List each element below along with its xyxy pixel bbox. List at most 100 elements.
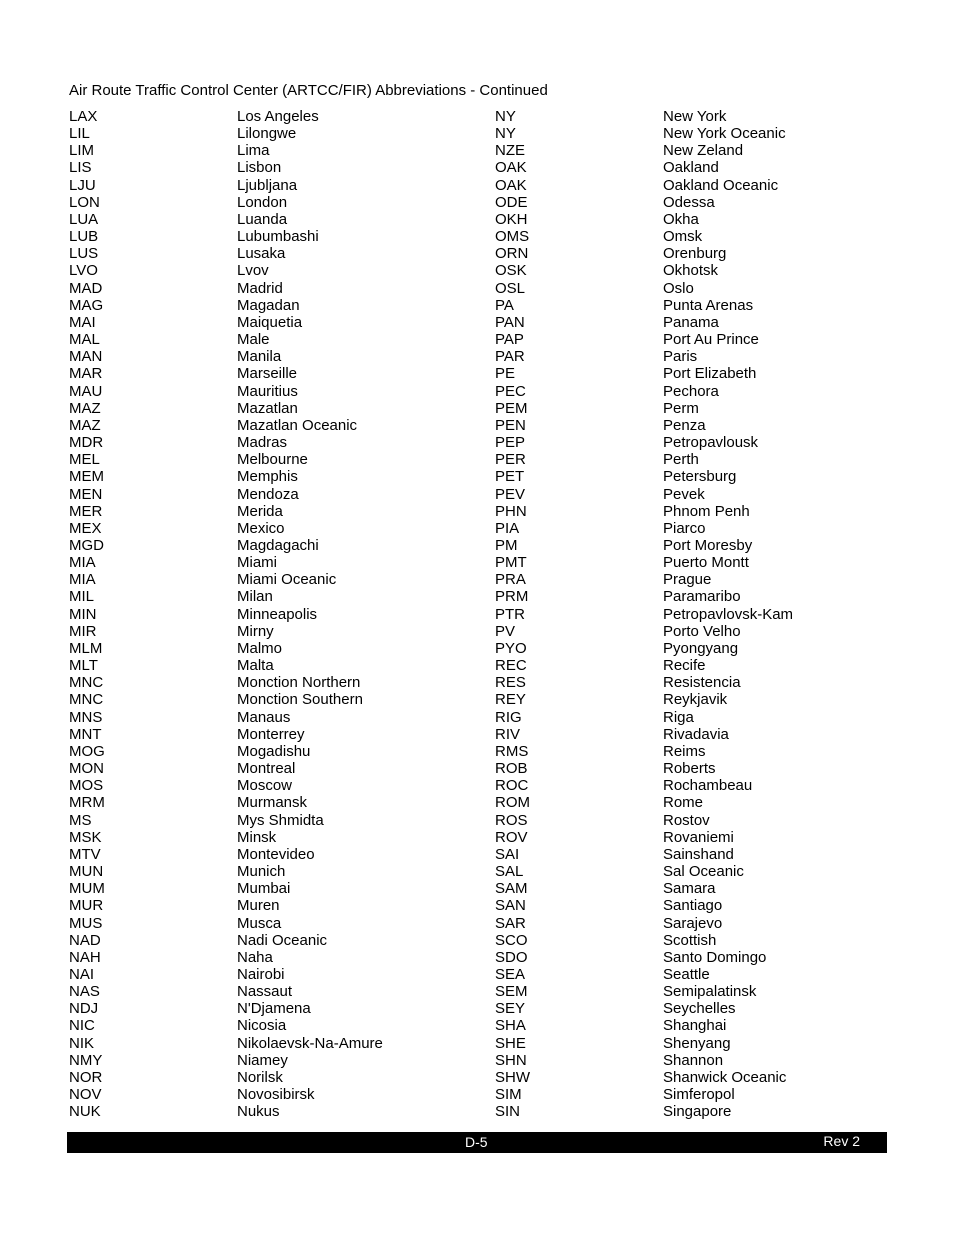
name-right: Shannon (663, 1051, 724, 1069)
table-row: NIC Nicosia SHA Shanghai (0, 1017, 954, 1034)
abbreviation-left: NIC (69, 1017, 95, 1035)
abbreviation-right: NZE (495, 142, 525, 160)
abbreviation-left: MNS (69, 708, 103, 726)
abbreviation-right: ROC (495, 777, 529, 795)
name-right: Rovaniemi (663, 828, 734, 846)
name-right: Reims (663, 742, 706, 760)
table-row: NOR Norilsk SHW Shanwick Oceanic (0, 1069, 954, 1086)
abbreviation-left: NMY (69, 1051, 103, 1069)
abbreviation-left: MEM (69, 468, 104, 486)
abbreviation-left: NAH (69, 948, 101, 966)
abbreviation-right: SAL (495, 863, 524, 881)
abbreviation-right: SIN (495, 1103, 521, 1121)
name-right: Orenburg (663, 245, 727, 263)
name-left: Lima (237, 142, 270, 160)
table-row: MIA Miami PMT Puerto Montt (0, 554, 954, 571)
abbreviation-right: PET (495, 468, 525, 486)
name-right: Penza (663, 416, 706, 434)
name-left: Lvov (237, 262, 269, 280)
name-right: New Zeland (663, 142, 744, 160)
abbreviation-left: NAS (69, 983, 100, 1001)
name-right: Petropavlousk (663, 434, 759, 452)
abbreviation-left: LIL (69, 125, 90, 143)
name-right: Shanghai (663, 1017, 727, 1035)
table-row: MAL Male PAP Port Au Prince (0, 331, 954, 348)
table-row: NDJ N'Djamena SEY Seychelles (0, 1000, 954, 1017)
name-right: Seattle (663, 966, 710, 983)
name-right: Shenyang (663, 1034, 731, 1052)
abbreviation-left: NOR (69, 1068, 103, 1086)
abbreviation-right: RMS (495, 742, 529, 760)
name-left: Naha (237, 948, 273, 966)
abbreviation-right: NY (495, 108, 516, 125)
footer-bar: D-5 Rev 2 (67, 1132, 887, 1153)
name-right: Roberts (663, 760, 716, 778)
abbreviation-left: MIN (69, 605, 97, 623)
name-right: Panama (663, 313, 719, 331)
abbreviation-left: MSK (69, 828, 102, 846)
abbreviation-right: REY (495, 691, 526, 709)
abbreviation-left: LJU (69, 176, 96, 194)
name-right: Scottish (663, 931, 717, 949)
abbreviation-right: PRA (495, 571, 526, 589)
name-left: N'Djamena (237, 1000, 311, 1018)
abbreviation-left: MRM (69, 794, 105, 812)
name-right: Santiago (663, 897, 723, 915)
table-row: MAI Maiquetia PAN Panama (0, 314, 954, 331)
name-right: Oakland Oceanic (663, 176, 779, 194)
abbreviation-right: OAK (495, 176, 527, 194)
name-left: Minsk (237, 828, 277, 846)
name-left: Mauritius (237, 382, 298, 400)
abbreviation-left: MAZ (69, 416, 101, 434)
abbreviation-left: LIS (69, 159, 92, 177)
abbreviation-right: OAK (495, 159, 527, 177)
abbreviation-right: SEM (495, 983, 528, 1001)
name-right: Pechora (663, 382, 719, 400)
name-right: Sal Oceanic (663, 863, 744, 881)
name-right: Rome (663, 794, 704, 812)
name-left: Madras (237, 434, 288, 452)
table-row: MAU Mauritius PEC Pechora (0, 383, 954, 400)
name-left: Milan (237, 588, 273, 606)
table-row: NMY Niamey SHN Shannon (0, 1052, 954, 1069)
name-right: Perth (663, 451, 699, 469)
name-right: Paris (663, 348, 698, 366)
table-row: NAH Naha SDO Santo Domingo (0, 949, 954, 966)
name-right: Petersburg (663, 468, 737, 486)
table-row: MNS Manaus RIG Riga (0, 709, 954, 726)
table-row: NUK Nukus SIN Singapore (0, 1103, 954, 1120)
abbreviation-right: PM (495, 537, 518, 554)
name-left: Lilongwe (237, 125, 297, 143)
abbreviation-left: LUB (69, 228, 99, 246)
name-left: Nassaut (237, 983, 293, 1001)
abbreviation-left: MOG (69, 742, 105, 760)
abbreviation-right: PYO (495, 639, 527, 657)
abbreviation-left: MNC (69, 674, 104, 692)
abbreviation-left: MAN (69, 348, 103, 366)
abbreviation-left: MEX (69, 519, 102, 537)
table-row: MOG Mogadishu RMS Reims (0, 743, 954, 760)
name-right: Omsk (663, 228, 703, 246)
table-row: MEN Mendoza PEV Pevek (0, 486, 954, 503)
name-left: Montevideo (237, 845, 315, 863)
abbreviation-left: MAD (69, 279, 103, 297)
name-left: Nukus (237, 1103, 280, 1121)
name-right: Simferopol (663, 1086, 735, 1104)
abbreviation-left: MEL (69, 451, 100, 469)
table-row: MOS Moscow ROC Rochambeau (0, 777, 954, 794)
table-row: LJU Ljubljana OAK Oakland Oceanic (0, 177, 954, 194)
abbreviation-left: MAG (69, 296, 104, 314)
abbreviation-left: MER (69, 502, 103, 520)
abbreviation-right: ROB (495, 760, 528, 778)
name-right: New York Oceanic (663, 125, 786, 143)
abbreviation-right: OMS (495, 228, 530, 246)
name-right: Petropavlovsk-Kam (663, 605, 794, 623)
name-right: Recife (663, 657, 706, 675)
name-left: Monction Northern (237, 674, 361, 692)
table-row: MEM Memphis PET Petersburg (0, 468, 954, 485)
name-right: Odessa (663, 193, 715, 211)
abbreviation-left: NDJ (69, 1000, 99, 1018)
table-row: LUA Luanda OKH Okha (0, 211, 954, 228)
abbreviation-left: LVO (69, 262, 98, 280)
table-row: MNC Monction Southern REY Reykjavik (0, 691, 954, 708)
